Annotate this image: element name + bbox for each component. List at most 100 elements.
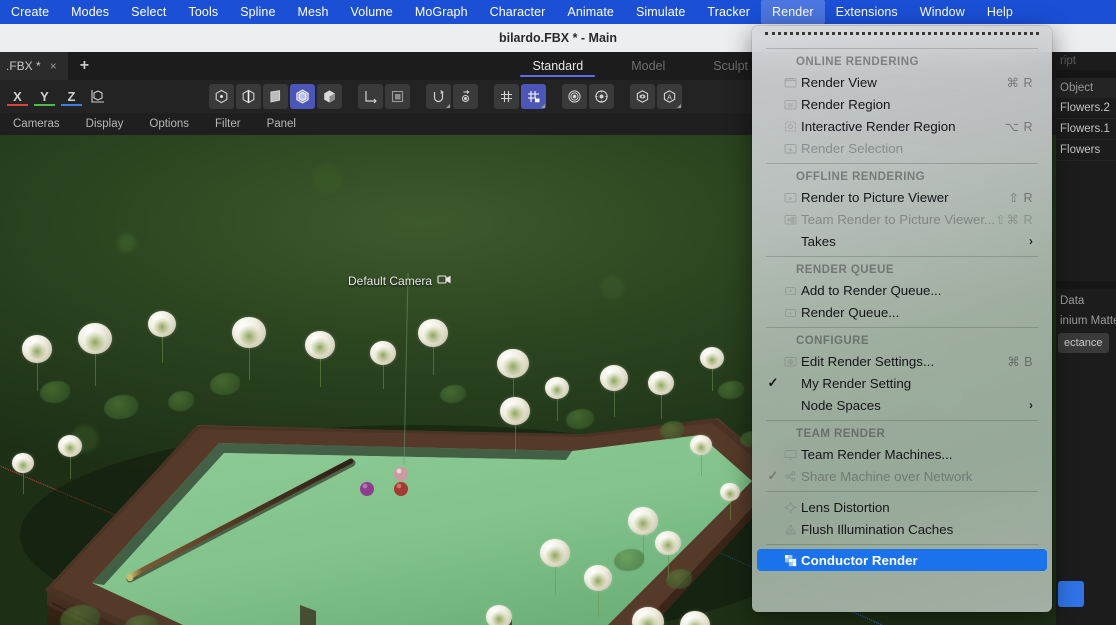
menu-item-node-spaces[interactable]: Node Spaces › [757,394,1047,416]
visibility-toggle-button[interactable] [630,84,655,109]
conductor-icon [783,553,797,567]
menu-item-label: Share Machine over Network [801,468,973,484]
menu-group-offline-rendering: OFFLINE RENDERING [796,171,926,183]
render-view-icon [783,75,797,89]
axis-z-button[interactable]: Z [59,84,84,109]
flush-caches-icon [783,522,797,536]
menu-volume[interactable]: Volume [340,0,404,24]
viewport-camera-label-text: Default Camera [348,273,433,288]
monitor-icon [783,447,797,461]
menu-item-label: Team Render to Picture Viewer... [801,211,996,227]
object-row[interactable]: Flowers.2 [1056,98,1116,119]
menu-group-configure: CONFIGURE [796,335,870,347]
viewmenu-cameras[interactable]: Cameras [0,118,73,130]
menu-item-label: Lens Distortion [801,499,890,515]
axis-x-button[interactable]: X [5,84,30,109]
menu-item-conductor-render[interactable]: Conductor Render [757,549,1047,571]
menu-character[interactable]: Character [479,0,557,24]
menu-item-shortcut: ⌘ B [1007,354,1033,369]
object-mode-button[interactable] [290,84,315,109]
viewport-camera-label[interactable]: Default Camera [348,273,452,288]
lock-workplane-button[interactable] [521,84,546,109]
page-title: bilardo.FBX * - Main [498,31,618,45]
layout-tab-standard[interactable]: Standard [508,52,607,80]
menu-item-interactive-render-region[interactable]: Interactive Render Region ⌥ R [757,115,1047,137]
lens-distortion-icon [783,500,797,514]
menu-mograph[interactable]: MoGraph [404,0,479,24]
menu-item-label: Render Region [801,96,891,112]
camera-icon [437,273,452,288]
menu-item-render-view[interactable]: Render View ⌘ R [757,71,1047,93]
menu-select[interactable]: Select [120,0,177,24]
menu-modes[interactable]: Modes [60,0,120,24]
menu-item-team-render-machines[interactable]: Team Render Machines... [757,443,1047,465]
menu-item-takes[interactable]: Takes › [757,230,1047,252]
script-tab-label[interactable]: ript [1056,52,1116,70]
attr-color-swatch[interactable] [1058,581,1084,607]
menu-mesh[interactable]: Mesh [287,0,340,24]
menu-item-edit-render-settings[interactable]: Edit Render Settings... ⌘ B [757,350,1047,372]
menu-item-label: Render to Picture Viewer [801,189,949,205]
menu-create[interactable]: Create [0,0,60,24]
edge-mode-button[interactable] [236,84,261,109]
menu-divider [766,256,1038,257]
menu-item-flush-illumination-caches[interactable]: Flush Illumination Caches [757,518,1047,540]
menu-item-my-render-setting[interactable]: ✓ My Render Setting [757,372,1047,394]
menu-item-add-to-render-queue[interactable]: Add to Render Queue... [757,279,1047,301]
object-manager-rows: Flowers.2 Flowers.1 Flowers [1056,98,1116,161]
attr-reflectance-chip[interactable]: ectance [1058,333,1109,353]
viewmenu-filter[interactable]: Filter [202,118,254,130]
attr-material-label: inium Matte [1060,315,1116,327]
menu-tools[interactable]: Tools [178,0,230,24]
menu-item-render-region[interactable]: Render Region [757,93,1047,115]
menu-item-label: Takes [801,233,836,249]
menu-item-label: Render Queue... [801,304,900,320]
menu-item-lens-distortion[interactable]: Lens Distortion [757,496,1047,518]
render-queue-icon [783,305,797,319]
annotation-tool-button[interactable]: A [657,84,682,109]
right-dock: ript Object Flowers.2 Flowers.1 Flowers Da… [1056,52,1116,625]
enable-snapping-button[interactable] [426,84,451,109]
object-axis-icon[interactable] [86,84,111,109]
menu-spline[interactable]: Spline [229,0,286,24]
menu-simulate[interactable]: Simulate [625,0,696,24]
menu-window[interactable]: Window [909,0,976,24]
menu-item-label: Conductor Render [801,552,918,568]
object-row[interactable]: Flowers.1 [1056,119,1116,140]
menu-render[interactable]: Render [761,0,825,24]
menu-item-shortcut: ⇧⌘ R [995,212,1033,227]
menu-item-label: Render Selection [801,140,904,156]
new-tab-button[interactable]: + [68,52,101,80]
enable-generators-button[interactable] [589,84,614,109]
menu-extensions[interactable]: Extensions [825,0,909,24]
model-mode-button[interactable] [317,84,342,109]
snap-settings-button[interactable] [453,84,478,109]
menu-item-render-queue[interactable]: Render Queue... [757,301,1047,323]
render-menu-dropdown[interactable]: ONLINE RENDERING Render View ⌘ R Render Reg… [752,26,1052,612]
polygon-mode-button[interactable] [263,84,288,109]
enable-deformers-button[interactable] [562,84,587,109]
texture-axis-button[interactable] [385,84,410,109]
document-tab[interactable]: .FBX * × [0,52,68,80]
menu-animate[interactable]: Animate [556,0,625,24]
workplane-button[interactable] [494,84,519,109]
axis-y-button[interactable]: Y [32,84,57,109]
close-icon[interactable]: × [50,59,57,73]
layout-tab-model[interactable]: Model [607,52,689,80]
point-mode-button[interactable] [209,84,234,109]
viewmenu-display[interactable]: Display [73,118,137,130]
ball-purple [360,482,374,496]
viewmenu-panel[interactable]: Panel [254,118,309,130]
chevron-right-icon: › [1029,234,1033,248]
menu-item-label: Render View [801,74,877,90]
menu-item-label: My Render Setting [801,375,912,391]
menu-tearoff-handle[interactable] [765,32,1039,44]
menu-tracker[interactable]: Tracker [696,0,761,24]
object-row[interactable]: Flowers [1056,140,1116,161]
chevron-right-icon: › [1029,398,1033,412]
menu-help[interactable]: Help [976,0,1024,24]
menu-item-render-to-picture-viewer[interactable]: Render to Picture Viewer ⇧ R [757,186,1047,208]
menu-group-online-rendering: ONLINE RENDERING [796,56,919,68]
world-coordinates-button[interactable] [358,84,383,109]
viewmenu-options[interactable]: Options [136,118,202,130]
